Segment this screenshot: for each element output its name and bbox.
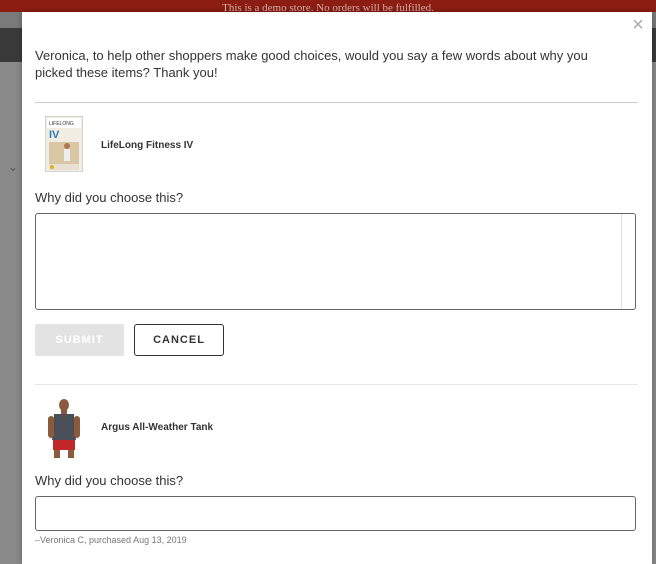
tank-top-image: [48, 399, 80, 458]
divider: [35, 384, 638, 385]
modal-intro-text: Veronica, to help other shoppers make go…: [35, 48, 588, 80]
product-item-lifelong-fitness: LIFELONG IV LifeLong Fitness IV: [35, 116, 635, 176]
svg-text:IV: IV: [49, 129, 60, 141]
close-icon[interactable]: ×: [630, 15, 646, 35]
question-label: Why did you choose this?: [35, 190, 184, 205]
product-name: LifeLong Fitness IV: [101, 140, 194, 151]
dvd-cover-image: LIFELONG IV: [45, 116, 83, 172]
textarea-scrollbar[interactable]: [621, 214, 635, 309]
submit-button[interactable]: SUBMIT: [35, 324, 124, 356]
reason-textarea[interactable]: [35, 496, 636, 531]
review-modal: × Veronica, to help other shoppers make …: [22, 12, 652, 564]
product-name: Argus All-Weather Tank: [101, 422, 214, 433]
product-item-argus-tank: Argus All-Weather Tank: [35, 398, 635, 458]
divider: [35, 102, 638, 103]
cancel-button[interactable]: CANCEL: [134, 324, 224, 356]
svg-text:LIFELONG: LIFELONG: [49, 121, 74, 127]
question-label: Why did you choose this?: [35, 473, 184, 488]
purchase-attribution: –Veronica C, purchased Aug 13, 2019: [35, 535, 187, 545]
reason-textarea[interactable]: [35, 213, 636, 310]
chevron-down-icon: ⌄: [8, 160, 19, 174]
